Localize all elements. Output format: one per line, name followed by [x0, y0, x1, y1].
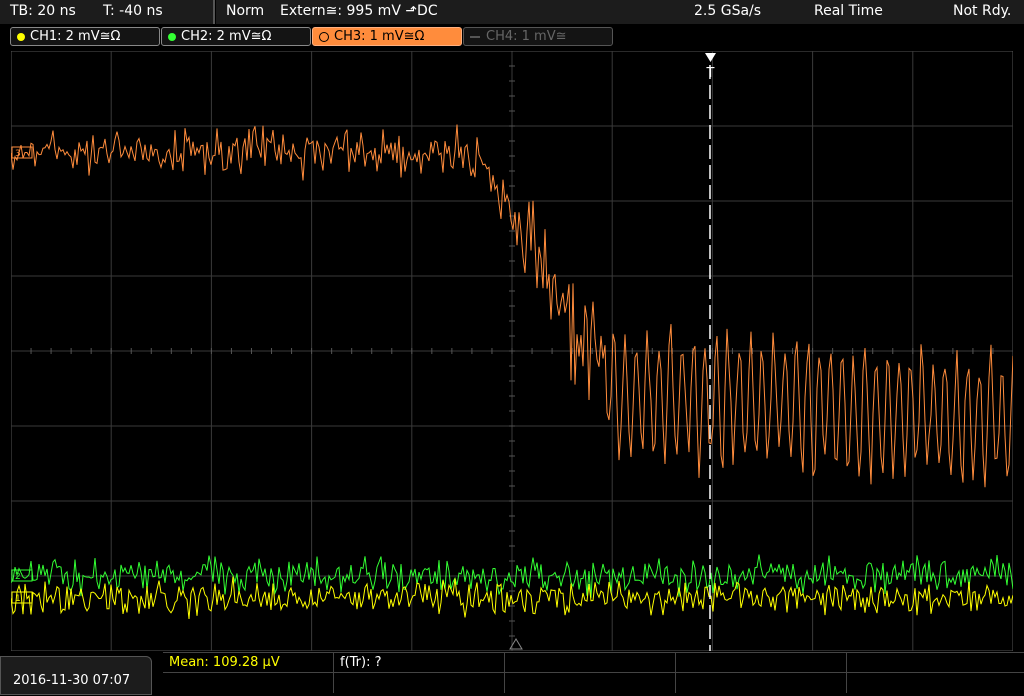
ch1-indicator-icon	[17, 32, 25, 41]
ch2-indicator-icon	[168, 32, 176, 41]
trigger-frequency-measurement: f(Tr): ?	[340, 655, 382, 670]
ch3-label: CH3: 1 mV≅Ω	[334, 29, 425, 44]
channel-ch1-button[interactable]: CH1: 2 mV≅Ω	[10, 27, 160, 46]
channel-ch2-button[interactable]: CH2: 2 mV≅Ω	[161, 27, 311, 46]
measurement-cell-empty[interactable]	[163, 673, 334, 693]
ch4-off-icon	[470, 35, 480, 38]
measurement-cell-empty[interactable]	[334, 673, 505, 693]
measurement-cell-empty[interactable]	[676, 653, 847, 673]
datetime-panel: 2016-11-30 07:07	[0, 656, 152, 695]
channel-ch3-button[interactable]: CH3: 1 mV≅Ω	[312, 27, 462, 46]
measurement-cell-empty[interactable]	[847, 653, 1024, 673]
trigger-source: Extern≅: 995 mV ⬏DC	[280, 3, 438, 19]
mean-measurement: Mean: 109.28 µV	[169, 655, 280, 670]
measurement-cell-empty[interactable]	[847, 673, 1024, 693]
measurement-cell-empty[interactable]	[676, 673, 847, 693]
time-offset-readout: T: -40 ns	[103, 3, 163, 19]
trigger-marker-label: T	[706, 66, 715, 81]
timebase-panel[interactable]: TB: 20 ns T: -40 ns	[0, 0, 215, 24]
measurement-cell-mean[interactable]: Mean: 109.28 µV	[163, 653, 334, 673]
channel-ch4-button[interactable]: CH4: 1 mV≅	[463, 27, 613, 46]
status-footer: 2016-11-30 07:07 Mean: 109.28 µV f(Tr): …	[0, 652, 1024, 695]
trigger-acquisition-panel[interactable]: Norm Extern≅: 995 mV ⬏DC 2.5 GSa/s Real …	[216, 0, 1024, 24]
acquisition-status: Not Rdy.	[953, 3, 1012, 19]
ch3-indicator-icon	[319, 31, 329, 42]
trigger-mode: Norm	[226, 3, 265, 19]
ch1-label: CH1: 2 mV≅Ω	[30, 29, 121, 44]
measurement-panel[interactable]: Mean: 109.28 µV f(Tr): ?	[163, 652, 1024, 696]
sample-rate: 2.5 GSa/s	[694, 3, 762, 19]
waveform-display[interactable]: T 3 2 1	[11, 51, 1013, 651]
measurement-cell-ftr[interactable]: f(Tr): ?	[334, 653, 505, 673]
ch2-level-label: 2	[15, 572, 21, 582]
datetime: 2016-11-30 07:07	[13, 673, 131, 688]
measurement-cell-empty[interactable]	[505, 653, 676, 673]
ch4-label: CH4: 1 mV≅	[486, 29, 567, 44]
ch3-level-label: 3	[15, 149, 21, 159]
channel-bar: CH1: 2 mV≅Ω CH2: 2 mV≅Ω CH3: 1 mV≅Ω CH4:…	[0, 25, 1024, 49]
ch1-level-label: 1	[15, 594, 21, 604]
timebase-readout: TB: 20 ns	[10, 3, 76, 19]
measurement-cell-empty[interactable]	[505, 673, 676, 693]
acquisition-mode: Real Time	[814, 3, 883, 19]
ch2-label: CH2: 2 mV≅Ω	[181, 29, 272, 44]
